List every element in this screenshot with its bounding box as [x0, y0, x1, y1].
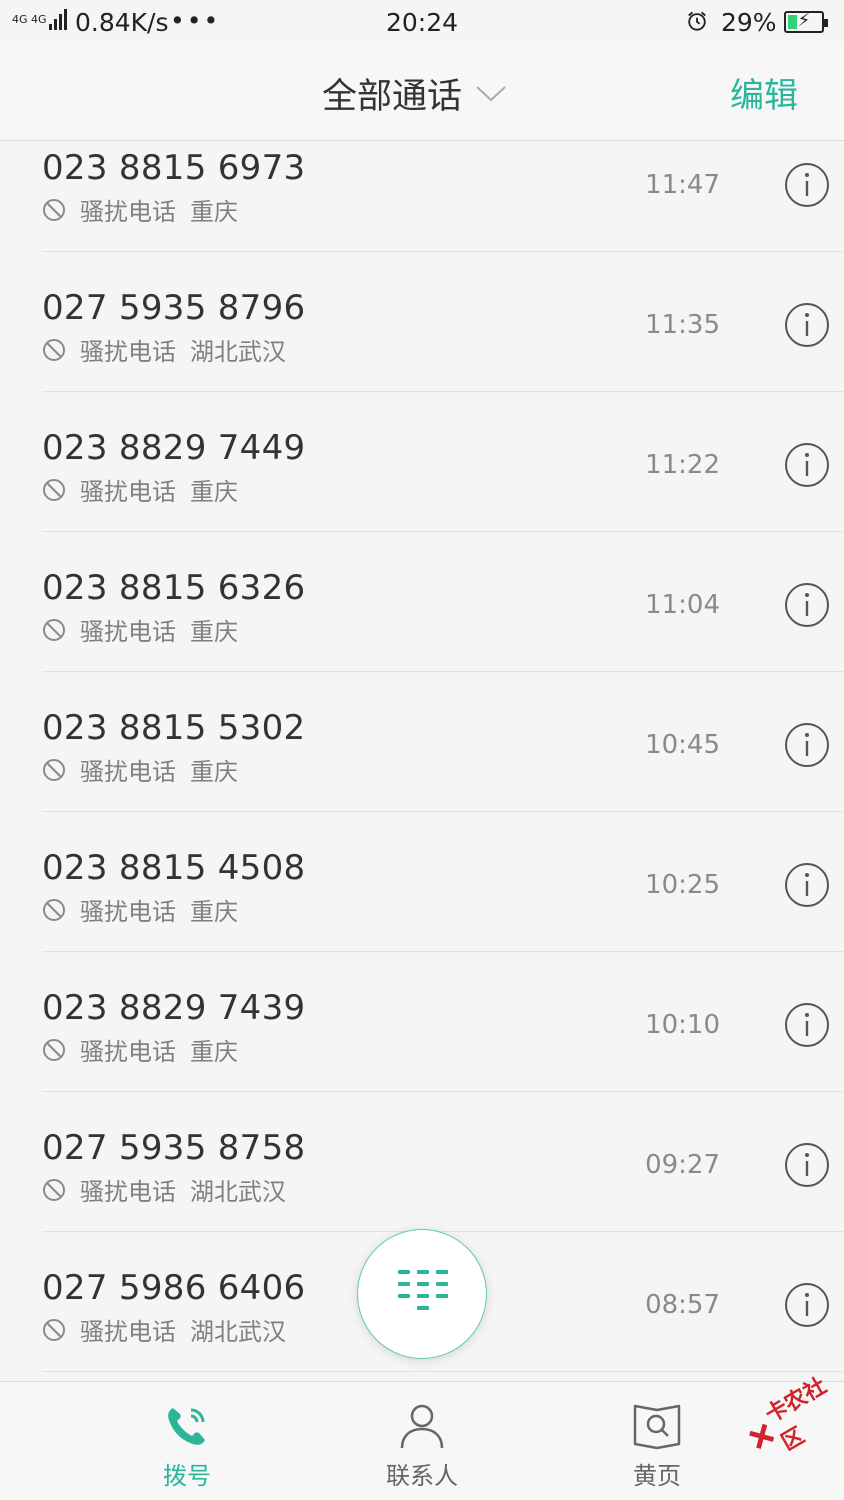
- call-row[interactable]: 023 8829 7449 骚扰电话 重庆 11:22: [42, 392, 844, 532]
- call-row[interactable]: 023 8815 6973 骚扰电话 重庆 11:47: [42, 140, 844, 252]
- info-icon[interactable]: [784, 1282, 830, 1328]
- person-icon: [400, 1404, 444, 1449]
- call-time: 11:04: [645, 590, 720, 620]
- info-icon[interactable]: [784, 862, 830, 908]
- call-number: 023 8815 5302: [42, 708, 306, 748]
- battery-icon: ⚡: [784, 10, 828, 33]
- call-details: 骚扰电话 重庆: [42, 892, 238, 927]
- blocked-icon: [43, 758, 65, 781]
- call-filter-dropdown[interactable]: 全部通话: [322, 68, 506, 119]
- book-search-icon: [633, 1404, 681, 1450]
- charging-icon: ⚡: [797, 10, 811, 31]
- call-location: 湖北武汉: [190, 338, 286, 366]
- tab-dial[interactable]: 拨号: [97, 1382, 277, 1500]
- call-time: 11:35: [645, 310, 720, 340]
- info-icon[interactable]: [784, 302, 830, 348]
- call-tag: 骚扰电话: [80, 618, 176, 646]
- call-details: 骚扰电话 重庆: [42, 612, 238, 647]
- tab-contacts[interactable]: 联系人: [332, 1382, 512, 1500]
- blocked-icon: [43, 478, 65, 501]
- call-tag: 骚扰电话: [80, 198, 176, 226]
- call-row[interactable]: 023 8829 7439 骚扰电话 重庆 10:10: [42, 952, 844, 1092]
- call-time: 11:22: [645, 450, 720, 480]
- call-time: 09:27: [645, 1150, 720, 1180]
- blocked-icon: [43, 898, 65, 921]
- blocked-icon: [43, 618, 65, 641]
- call-number: 023 8829 7449: [42, 428, 306, 468]
- alarm-icon: [688, 11, 706, 31]
- call-number: 023 8815 6326: [42, 568, 306, 608]
- bottom-nav: 拨号 联系人 黄页: [0, 1381, 844, 1500]
- call-time: 08:57: [645, 1290, 720, 1320]
- tab-yellow-pages-label: 黄页: [633, 1462, 681, 1490]
- call-number: 027 5986 6406: [42, 1268, 306, 1308]
- call-location: 湖北武汉: [190, 1178, 286, 1206]
- call-details: 骚扰电话 重庆: [42, 752, 238, 787]
- call-row[interactable]: 023 8815 4508 骚扰电话 重庆 10:25: [42, 812, 844, 952]
- status-time: 20:24: [385, 8, 459, 37]
- info-icon[interactable]: [784, 442, 830, 488]
- call-location: 重庆: [190, 898, 238, 926]
- blocked-icon: [43, 1178, 65, 1201]
- call-row[interactable]: 023 8815 6326 骚扰电话 重庆 11:04: [42, 532, 844, 672]
- info-icon[interactable]: [784, 162, 830, 208]
- dialpad-icon: [398, 1270, 448, 1310]
- call-details: 骚扰电话 湖北武汉: [42, 1172, 286, 1207]
- call-row[interactable]: 023 8815 5302 骚扰电话 重庆 10:45: [42, 672, 844, 812]
- info-icon[interactable]: [784, 582, 830, 628]
- call-details: 骚扰电话 湖北武汉: [42, 332, 286, 367]
- call-location: 重庆: [190, 1038, 238, 1066]
- call-tag: 骚扰电话: [80, 898, 176, 926]
- chevron-down-icon: [476, 85, 506, 101]
- blocked-icon: [43, 1038, 65, 1061]
- call-details: 骚扰电话 重庆: [42, 1032, 238, 1067]
- edit-button[interactable]: 编辑: [730, 68, 798, 117]
- call-number: 027 5935 8796: [42, 288, 306, 328]
- call-location: 重庆: [190, 198, 238, 226]
- call-location: 重庆: [190, 758, 238, 786]
- call-number: 023 8815 4508: [42, 848, 306, 888]
- tab-yellow-pages[interactable]: 黄页: [567, 1382, 747, 1500]
- call-location: 湖北武汉: [190, 1318, 286, 1346]
- call-tag: 骚扰电话: [80, 338, 176, 366]
- call-time: 10:45: [645, 730, 720, 760]
- call-details: 骚扰电话 重庆: [42, 472, 238, 507]
- blocked-icon: [43, 1318, 65, 1341]
- call-details: 骚扰电话 重庆: [42, 192, 238, 227]
- call-row[interactable]: 027 5935 8758 骚扰电话 湖北武汉 09:27: [42, 1092, 844, 1232]
- screen: 4G 4G 0.84K/s ••• 20:24 29% ⚡ 全部通话 编辑 02…: [0, 0, 844, 1500]
- info-icon[interactable]: [784, 1002, 830, 1048]
- call-tag: 骚扰电话: [80, 1318, 176, 1346]
- info-icon[interactable]: [784, 722, 830, 768]
- tab-contacts-label: 联系人: [386, 1462, 458, 1490]
- call-location: 重庆: [190, 618, 238, 646]
- call-tag: 骚扰电话: [80, 1178, 176, 1206]
- call-tag: 骚扰电话: [80, 1038, 176, 1066]
- call-number: 023 8829 7439: [42, 988, 306, 1028]
- call-row[interactable]: 027 5935 8796 骚扰电话 湖北武汉 11:35: [42, 252, 844, 392]
- page-title: 全部通话: [322, 77, 463, 117]
- call-time: 10:25: [645, 870, 720, 900]
- battery-percent: 29%: [721, 8, 777, 37]
- call-location: 重庆: [190, 478, 238, 506]
- call-time: 11:47: [645, 170, 720, 200]
- blocked-icon: [43, 198, 65, 221]
- call-log-list: 023 8815 6973 骚扰电话 重庆 11:47 027 5935 8796 骚扰电…: [0, 140, 844, 1372]
- blocked-icon: [43, 338, 65, 361]
- status-bar: 4G 4G 0.84K/s ••• 20:24 29% ⚡: [0, 0, 844, 46]
- tab-dial-label: 拨号: [163, 1462, 211, 1490]
- dialpad-button[interactable]: [357, 1229, 487, 1359]
- phone-icon: [168, 1408, 205, 1445]
- call-time: 10:10: [645, 1010, 720, 1040]
- call-tag: 骚扰电话: [80, 758, 176, 786]
- call-details: 骚扰电话 湖北武汉: [42, 1312, 286, 1347]
- header: 全部通话 编辑: [0, 46, 844, 141]
- call-number: 023 8815 6973: [42, 148, 306, 188]
- info-icon[interactable]: [784, 1142, 830, 1188]
- call-tag: 骚扰电话: [80, 478, 176, 506]
- call-number: 027 5935 8758: [42, 1128, 306, 1168]
